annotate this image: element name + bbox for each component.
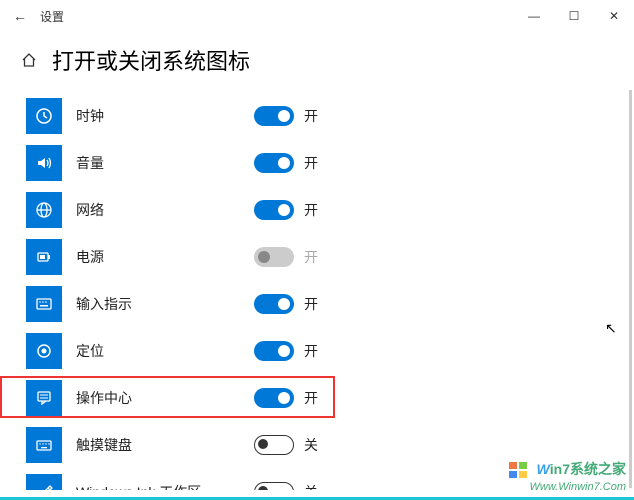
setting-label: 定位 [62, 341, 254, 361]
ime-icon [26, 286, 62, 322]
toggle-location[interactable] [254, 341, 294, 361]
home-icon[interactable] [20, 51, 38, 69]
toggle-action[interactable] [254, 388, 294, 408]
state-label: 开 [304, 341, 318, 361]
ink-icon [26, 474, 62, 491]
clock-icon [26, 98, 62, 134]
state-label: 开 [304, 247, 318, 267]
state-label: 关 [304, 435, 318, 455]
setting-label: 网络 [62, 200, 254, 220]
cursor-icon: ↖ [605, 320, 617, 337]
toggle-clock[interactable] [254, 106, 294, 126]
close-button[interactable]: ✕ [594, 0, 634, 32]
settings-list: 时钟开音量开网络开电源开输入指示开定位开操作中心开触摸键盘关Windows In… [0, 92, 634, 490]
state-label: 开 [304, 153, 318, 173]
setting-label: Windows Ink 工作区 [62, 482, 254, 491]
state-label: 开 [304, 106, 318, 126]
setting-row-ime: 输入指示 开 [20, 280, 614, 327]
window-title: 设置 [40, 8, 64, 25]
toggle-ime[interactable] [254, 294, 294, 314]
setting-label: 触摸键盘 [62, 435, 254, 455]
toggle-network[interactable] [254, 200, 294, 220]
volume-icon [26, 145, 62, 181]
setting-row-volume: 音量 开 [20, 139, 614, 186]
toggle-keyboard[interactable] [254, 435, 294, 455]
toggle-ink[interactable] [254, 482, 294, 491]
scrollbar[interactable] [629, 90, 632, 488]
setting-label: 输入指示 [62, 294, 254, 314]
setting-label: 音量 [62, 153, 254, 173]
page-title: 打开或关闭系统图标 [52, 44, 250, 76]
setting-row-location: 定位 开 [20, 327, 614, 374]
state-label: 开 [304, 294, 318, 314]
toggle-power [254, 247, 294, 267]
network-icon [26, 192, 62, 228]
back-button[interactable]: ← [8, 8, 32, 24]
toggle-volume[interactable] [254, 153, 294, 173]
setting-label: 电源 [62, 247, 254, 267]
setting-row-network: 网络 开 [20, 186, 614, 233]
power-icon [26, 239, 62, 275]
keyboard-icon [26, 427, 62, 463]
setting-label: 时钟 [62, 106, 254, 126]
maximize-button[interactable]: ☐ [554, 0, 594, 32]
setting-row-clock: 时钟 开 [20, 92, 614, 139]
setting-row-action: 操作中心 开 [20, 374, 614, 421]
setting-row-power: 电源 开 [20, 233, 614, 280]
state-label: 开 [304, 388, 318, 408]
state-label: 开 [304, 200, 318, 220]
state-label: 关 [304, 482, 318, 491]
location-icon [26, 333, 62, 369]
minimize-button[interactable]: — [514, 0, 554, 32]
setting-label: 操作中心 [62, 388, 254, 408]
action-icon [26, 380, 62, 416]
watermark: Win7系统之家 Www.Winwin7.Com [508, 459, 626, 494]
